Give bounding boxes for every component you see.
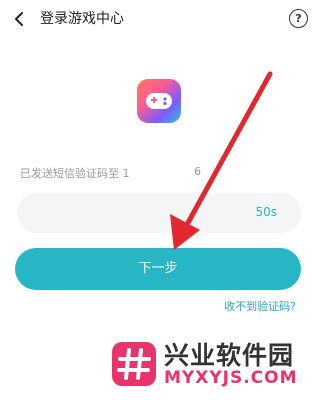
chevron-left-icon [15,12,23,26]
page-title: 登录游戏中心 [40,11,124,27]
gamepad-icon [146,93,172,109]
site-watermark: 兴业软件园 MYXYJS.COM [112,336,320,392]
question-circle-icon: ? [295,12,302,25]
verification-code-field[interactable]: 50s [17,193,301,235]
resend-countdown: 50s [255,205,277,219]
watermark-domain: MYXYJS.COM [164,368,298,388]
no-code-received-link[interactable]: 收不到验证码? [224,298,296,314]
game-center-logo [137,79,181,123]
back-button[interactable] [10,9,30,29]
watermark-name: 兴业软件园 [164,341,295,370]
verification-code-input[interactable] [33,193,227,235]
top-bar: 登录游戏中心 ? [0,0,320,40]
help-button[interactable]: ? [289,9,308,28]
hash-logo-icon [112,342,156,386]
sms-sent-hint: 已发送短信验证码至 1 [20,167,130,180]
phone-last-digit: 6 [194,165,201,178]
next-step-button[interactable]: 下一步 [15,248,301,290]
